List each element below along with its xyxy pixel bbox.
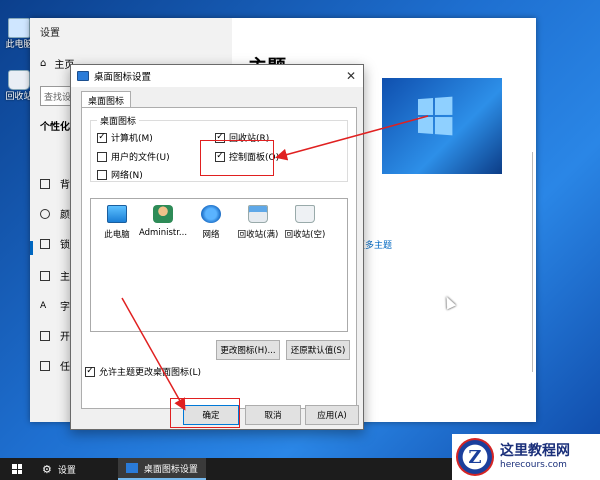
image-icon (40, 178, 50, 189)
checkbox-label: 用户的文件(U) (111, 153, 170, 163)
group-title: 桌面图标 (97, 114, 140, 127)
taskbar-item-desktop-icon-settings[interactable]: 桌面图标设置 (117, 458, 206, 480)
windows-logo-icon (12, 464, 22, 474)
lock-screen-icon (40, 238, 50, 249)
tab-desktop-icons[interactable]: 桌面图标 (81, 91, 132, 108)
desktop-icon-list[interactable]: 此电脑 Administr... 网络 回收站(满) 回收站(空) (90, 198, 348, 332)
checkbox-box[interactable] (97, 169, 107, 180)
nav-item-label: 任 (60, 362, 70, 373)
dialog-close-button[interactable]: ✕ (343, 68, 359, 84)
desktop-icon-label: 此电脑 (5, 40, 33, 50)
checkbox-label: 网络(N) (111, 171, 143, 181)
list-item-label: 此电脑 (104, 230, 130, 240)
nav-section-title: 个性化 (40, 122, 70, 133)
network-icon (201, 205, 221, 223)
watermark: Z 这里教程网 herecours.com (452, 434, 600, 480)
checkbox-label: 允许主题更改桌面图标(L) (99, 368, 202, 378)
nav-item-themes[interactable]: 主 (40, 268, 70, 283)
checkbox-user-files[interactable]: 用户的文件(U) (97, 150, 170, 163)
highlight-control-panel-box (200, 140, 274, 176)
windows-logo-icon (417, 96, 453, 136)
scrollbar[interactable] (532, 152, 533, 372)
checkbox-box[interactable]: ✓ (85, 366, 95, 377)
watermark-title: 这里教程网 (500, 443, 570, 459)
checkbox-box[interactable] (97, 151, 107, 162)
nav-item-label: 锁 (60, 240, 70, 251)
nav-item-start[interactable]: 开 (40, 328, 70, 343)
theme-preview (382, 78, 502, 174)
nav-active-indicator (30, 241, 33, 255)
palette-icon (40, 208, 50, 219)
recycle-bin-full-icon (248, 205, 268, 223)
start-icon (40, 330, 50, 341)
list-item-this-pc[interactable]: 此电脑 (93, 205, 141, 240)
display-settings-icon (125, 463, 138, 473)
computer-icon (8, 18, 30, 38)
list-item-label: 回收站(空) (284, 230, 326, 240)
checkbox-computer[interactable]: ✓ 计算机(M) (97, 131, 153, 144)
highlight-ok-box (170, 398, 240, 428)
home-icon: ⌂ (40, 58, 47, 69)
font-icon: A (40, 300, 47, 311)
list-item-label: 回收站(满) (237, 230, 279, 240)
cancel-button[interactable]: 取消 (245, 405, 301, 425)
theme-icon (40, 270, 50, 281)
desktop-icon-label: 回收站 (5, 92, 33, 102)
nav-item-taskbar[interactable]: 任 (40, 358, 70, 373)
list-item-label: Administr... (139, 228, 188, 238)
computer-icon (107, 205, 127, 223)
recycle-bin-empty-icon (295, 205, 315, 223)
nav-item-label: 开 (60, 332, 70, 343)
list-item-user-folder[interactable]: Administr... (139, 205, 187, 238)
nav-item-label: 主 (60, 272, 70, 283)
settings-title: 设置 (40, 27, 60, 39)
dialog-title: 桌面图标设置 (94, 72, 152, 83)
checkbox-network[interactable]: 网络(N) (97, 168, 143, 181)
taskbar-item-settings[interactable]: ⚙ 设置 (34, 458, 84, 480)
apply-button[interactable]: 应用(A) (305, 405, 359, 425)
watermark-url: herecours.com (500, 460, 567, 470)
checkbox-box[interactable]: ✓ (97, 132, 107, 143)
gear-icon: ⚙ (42, 462, 52, 476)
nav-item-label: 背 (60, 180, 70, 191)
restore-default-button[interactable]: 还原默认值(S) (286, 340, 350, 360)
change-icon-button[interactable]: 更改图标(H)... (216, 340, 280, 360)
checkbox-label: 计算机(M) (111, 134, 153, 144)
nav-item-background[interactable]: 背 (40, 176, 70, 191)
list-item-recycle-bin-empty[interactable]: 回收站(空) (281, 205, 329, 240)
desktop-icon-settings-dialog: 桌面图标设置 ✕ 桌面图标 桌面图标 ✓ 计算机(M) ✓ 回收站(R) 用户的… (70, 64, 364, 430)
nav-item-label: 字 (60, 302, 70, 313)
list-item-network[interactable]: 网络 (187, 205, 235, 240)
nav-item-lock-screen[interactable]: 锁 (40, 236, 70, 251)
dialog-titlebar[interactable]: 桌面图标设置 (71, 65, 363, 87)
checkbox-allow-themes[interactable]: ✓ 允许主题更改桌面图标(L) (85, 365, 201, 378)
start-button[interactable] (0, 458, 34, 480)
display-settings-icon (77, 71, 89, 81)
nav-item-colors[interactable]: 颜 (40, 206, 70, 221)
nav-item-fonts[interactable]: A 字 (40, 298, 70, 314)
taskbar-item-label: 桌面图标设置 (143, 464, 198, 475)
nav-item-label: 颜 (60, 210, 70, 221)
list-item-recycle-bin-full[interactable]: 回收站(满) (234, 205, 282, 240)
user-folder-icon (153, 205, 173, 223)
list-item-label: 网络 (202, 230, 220, 240)
taskbar-icon (40, 360, 50, 371)
site-logo: Z (456, 438, 494, 476)
taskbar-item-label: 设置 (57, 465, 76, 476)
recycle-bin-icon (8, 70, 30, 90)
